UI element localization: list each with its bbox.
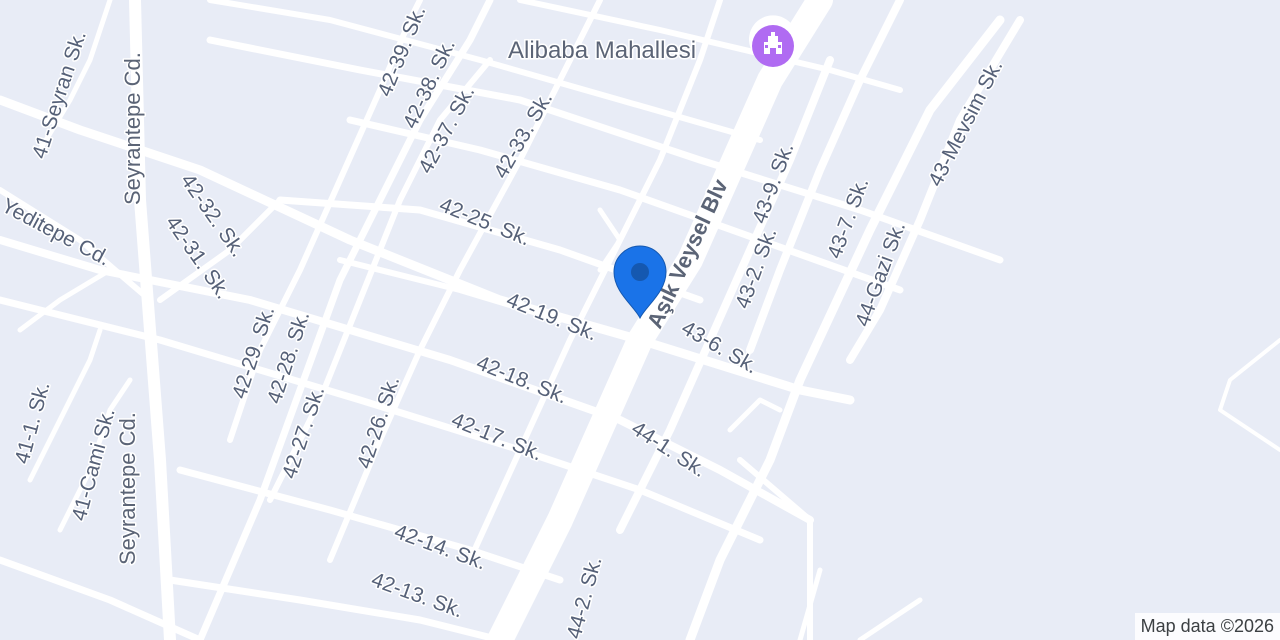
street-label: Seyrantepe Cd. [115, 412, 140, 565]
street-label: Seyrantepe Cd. [120, 52, 145, 205]
map-attribution: Map data ©2026 [1134, 613, 1280, 640]
poi-label[interactable]: Alibaba Mahallesi [507, 36, 698, 66]
map-canvas[interactable]: Aşık Veysel Blv Seyrantepe Cd. Seyrantep… [0, 0, 1280, 640]
